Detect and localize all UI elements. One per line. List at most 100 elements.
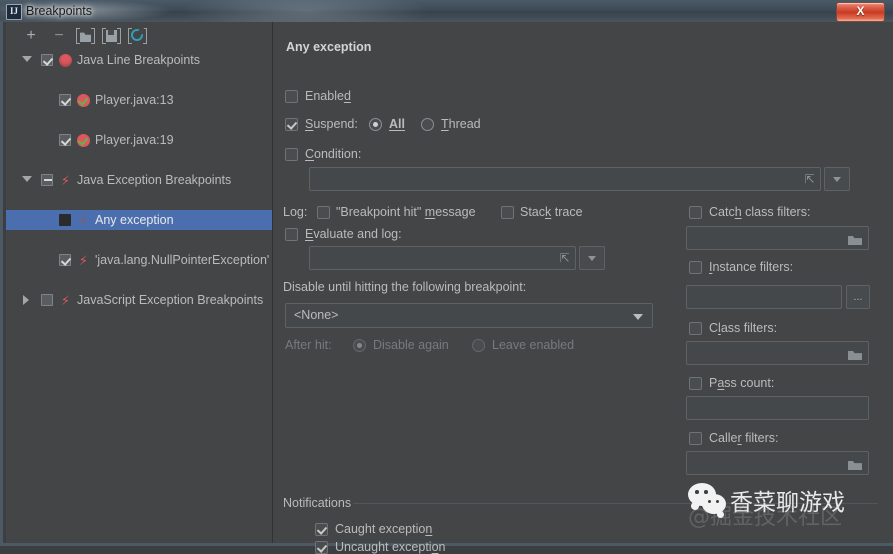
red-bolt-icon: ⚡ (60, 293, 71, 308)
node-checkbox[interactable] (59, 94, 71, 106)
suspend-checkbox[interactable] (285, 118, 298, 131)
suspend-thread-label: Thread (441, 117, 481, 131)
log-label: Log: (283, 205, 308, 219)
after-hit-leave-enabled-label: Leave enabled (492, 338, 575, 352)
red-bolt-icon: ⚡ (60, 173, 71, 188)
class-filters-label: Class filters: (709, 321, 778, 335)
caller-filters-checkbox[interactable] (689, 432, 702, 445)
node-checkbox[interactable] (59, 134, 71, 146)
evaluate-and-log-input[interactable]: ⇱ (309, 246, 576, 270)
chevron-down-icon[interactable] (22, 176, 32, 182)
chevron-down-icon[interactable] (22, 56, 32, 62)
node-checkbox[interactable] (41, 294, 53, 306)
pass-count-input[interactable] (686, 396, 869, 420)
notifications-title: Notifications (283, 496, 352, 510)
close-button[interactable]: X (836, 2, 885, 22)
evaluate-and-log-history-dropdown[interactable] (579, 246, 605, 270)
class-circle-icon (131, 29, 143, 41)
tree-node-java-line-breakpoints[interactable]: Java Line Breakpoints (6, 50, 272, 70)
class-filters-checkbox[interactable] (689, 322, 702, 335)
remove-breakpoint-button[interactable]: − (49, 27, 69, 45)
breakpoint-hit-message-label: "Breakpoint hit" message (336, 205, 476, 219)
dialog-content: + − Java Line Breakpoints Player.java:13… (6, 22, 893, 554)
catch-class-filters-input[interactable] (686, 226, 869, 250)
class-filters-input[interactable] (686, 341, 869, 365)
enabled-checkbox[interactable] (285, 90, 298, 103)
breakpoints-toolbar: + − (6, 22, 272, 50)
tree-node-java-exception-breakpoints[interactable]: ⚡ Java Exception Breakpoints (6, 170, 272, 190)
group-by-class-button[interactable] (128, 28, 147, 44)
caught-exception-label: Caught exception (335, 522, 433, 536)
group-by-type-button[interactable] (102, 28, 121, 44)
stack-trace-label: Stack trace (520, 205, 583, 219)
uncaught-exception-label: Uncaught exception (335, 540, 446, 554)
caller-filters-label: Caller filters: (709, 431, 779, 445)
condition-checkbox[interactable] (285, 148, 298, 161)
red-dot-breakpoint-icon (59, 54, 72, 67)
stack-trace-checkbox[interactable] (501, 206, 514, 219)
folder-icon[interactable] (848, 460, 862, 470)
disable-until-combo[interactable]: <None> (285, 303, 653, 328)
caught-exception-checkbox[interactable] (315, 523, 328, 536)
after-hit-disable-again-radio[interactable] (353, 339, 366, 352)
evaluate-and-log-label: Evaluate and log: (305, 227, 402, 241)
node-label: Player.java:19 (95, 133, 174, 147)
condition-label: Condition: (305, 147, 362, 161)
suspend-label: Suspend: (305, 117, 358, 131)
breakpoints-tree-panel: + − Java Line Breakpoints Player.java:13… (6, 22, 273, 543)
tree-node-javascript-exception-breakpoints[interactable]: ⚡ JavaScript Exception Breakpoints (6, 290, 272, 310)
node-checkbox[interactable] (59, 214, 71, 226)
breakpoints-tree[interactable]: Java Line Breakpoints Player.java:13 Pla… (6, 50, 272, 543)
node-label: Java Exception Breakpoints (77, 173, 232, 187)
suspend-thread-radio[interactable] (421, 118, 434, 131)
pass-count-label: Pass count: (709, 376, 775, 390)
node-label: Any exception (95, 213, 174, 227)
tree-node-player-java-19[interactable]: Player.java:19 (6, 130, 272, 150)
tree-node-any-exception[interactable]: ⚡ Any exception (6, 210, 272, 230)
disable-until-value: <None> (294, 308, 339, 322)
caller-filters-input[interactable] (686, 451, 869, 475)
breakpoints-dialog: IJ Breakpoints X + − Java Line Breakpoin… (0, 0, 893, 554)
condition-history-dropdown[interactable] (824, 167, 850, 191)
instance-filters-label: Instance filters: (709, 260, 794, 274)
enabled-label: Enabled (305, 89, 351, 103)
instance-filters-checkbox[interactable] (689, 261, 702, 274)
red-dot-check-breakpoint-icon (77, 94, 90, 107)
breakpoint-hit-message-checkbox[interactable] (317, 206, 330, 219)
intellij-idea-icon: IJ (6, 4, 22, 20)
window-title: Breakpoints (26, 4, 93, 18)
evaluate-and-log-checkbox[interactable] (285, 228, 298, 241)
instance-filters-input[interactable] (686, 285, 842, 309)
after-hit-disable-again-label: Disable again (373, 338, 449, 352)
instance-filters-ellipsis-button[interactable]: ... (846, 285, 870, 309)
tree-node-player-java-13[interactable]: Player.java:13 (6, 90, 272, 110)
notifications-divider (353, 503, 878, 504)
condition-input[interactable]: ⇱ (309, 167, 821, 191)
expand-editor-icon[interactable]: ⇱ (803, 173, 816, 186)
breakpoint-details-panel: Any exception Enabled Suspend: All Threa… (273, 22, 893, 554)
node-label: Java Line Breakpoints (77, 53, 200, 67)
expand-editor-icon[interactable]: ⇱ (558, 252, 571, 265)
title-bar: IJ Breakpoints X (0, 0, 893, 22)
node-checkbox[interactable] (59, 254, 71, 266)
node-label: Player.java:13 (95, 93, 174, 107)
folder-icon[interactable] (848, 235, 862, 245)
node-checkbox[interactable] (41, 54, 53, 66)
after-hit-leave-enabled-radio[interactable] (472, 339, 485, 352)
pass-count-checkbox[interactable] (689, 377, 702, 390)
chevron-down-icon (588, 256, 596, 261)
disk-icon (106, 30, 117, 42)
chevron-right-icon[interactable] (23, 295, 29, 305)
node-label: 'java.lang.NullPointerException' (95, 253, 270, 267)
node-checkbox[interactable] (41, 174, 53, 186)
group-by-file-button[interactable] (76, 28, 95, 44)
catch-class-filters-checkbox[interactable] (689, 206, 702, 219)
add-breakpoint-button[interactable]: + (21, 27, 41, 45)
window-body: + − Java Line Breakpoints Player.java:13… (0, 22, 893, 554)
folder-icon[interactable] (848, 350, 862, 360)
uncaught-exception-checkbox[interactable] (315, 541, 328, 554)
tree-node-nullpointerexception[interactable]: ⚡ 'java.lang.NullPointerException' (6, 250, 272, 270)
after-hit-label: After hit: (285, 338, 332, 352)
red-dot-check-breakpoint-icon (77, 134, 90, 147)
suspend-all-radio[interactable] (369, 118, 382, 131)
